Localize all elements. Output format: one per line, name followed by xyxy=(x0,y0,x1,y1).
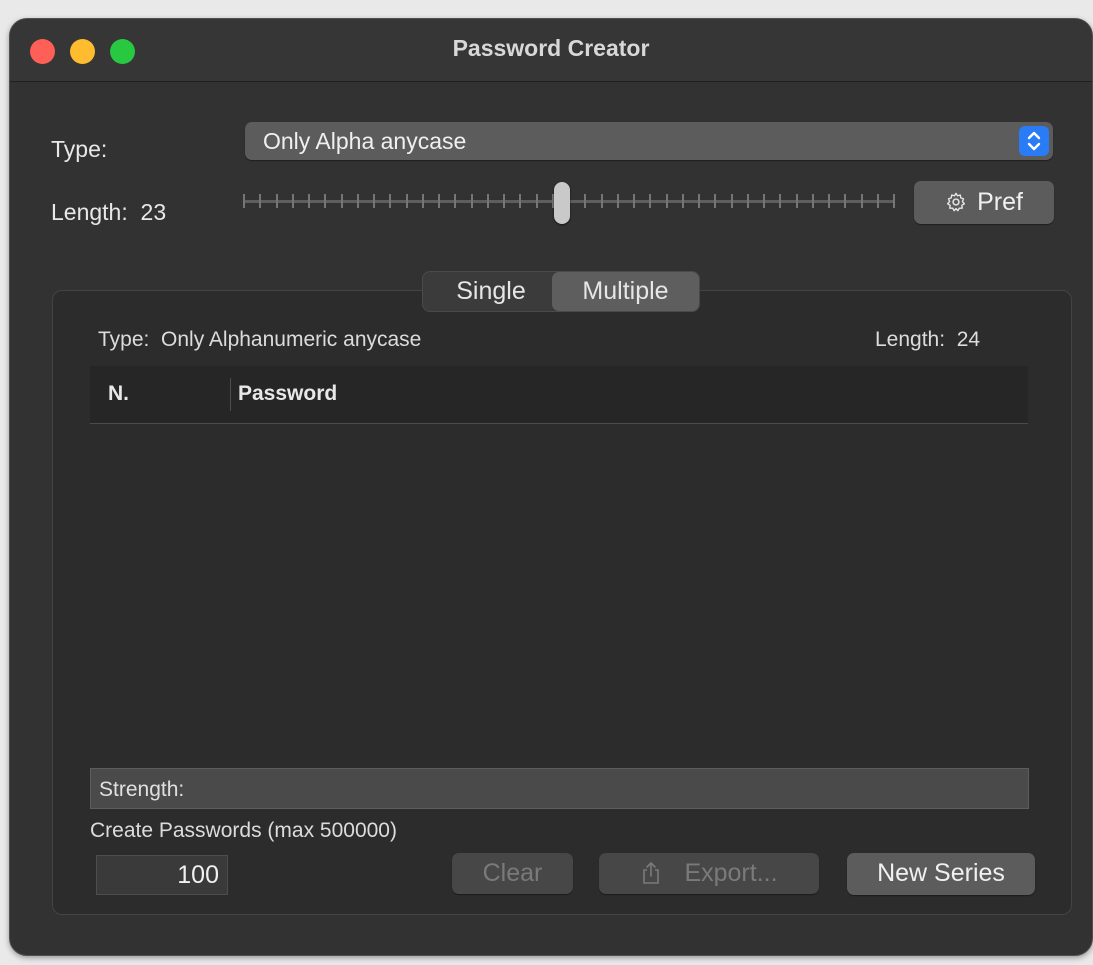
panel-type-label: Type: xyxy=(98,328,150,351)
slider-tick xyxy=(633,194,635,208)
table-header: N. Password xyxy=(90,366,1028,424)
slider-tick xyxy=(422,194,424,208)
slider-tick xyxy=(763,194,765,208)
slider-tick xyxy=(292,194,294,208)
password-count-field[interactable]: 100 xyxy=(96,855,228,895)
new-series-button[interactable]: New Series xyxy=(847,853,1035,895)
password-table[interactable]: N. Password xyxy=(90,366,1028,768)
column-header-password[interactable]: Password xyxy=(238,382,337,406)
column-header-number[interactable]: N. xyxy=(108,382,129,406)
slider-tick xyxy=(812,194,814,208)
slider-tick xyxy=(389,194,391,208)
slider-tick xyxy=(584,194,586,208)
pref-button-label: Pref xyxy=(977,188,1023,216)
slider-thumb[interactable] xyxy=(554,182,570,224)
tab-multiple[interactable]: Multiple xyxy=(552,272,699,311)
slider-tick xyxy=(779,194,781,208)
slider-tick xyxy=(877,194,879,208)
slider-tick xyxy=(601,194,603,208)
slider-tick xyxy=(454,194,456,208)
slider-tick xyxy=(698,194,700,208)
gear-icon xyxy=(947,192,966,212)
slider-tick xyxy=(487,194,489,208)
type-popup[interactable]: Only Alpha anycase xyxy=(245,122,1053,160)
slider-tick xyxy=(471,194,473,208)
slider-tick xyxy=(373,194,375,208)
tab-single[interactable]: Single xyxy=(431,272,551,311)
window-title: Password Creator xyxy=(452,35,650,61)
create-passwords-label: Create Passwords (max 500000) xyxy=(90,819,397,842)
slider-tick xyxy=(666,194,668,208)
strength-bar: Strength: xyxy=(90,768,1029,809)
mode-segmented-control[interactable]: Single Multiple xyxy=(422,271,700,312)
clear-button[interactable]: Clear xyxy=(452,853,573,894)
slider-tick xyxy=(861,194,863,208)
chevron-up-down-icon xyxy=(1019,126,1049,156)
strength-label: Strength: xyxy=(99,778,185,801)
slider-tick xyxy=(357,194,359,208)
slider-tick xyxy=(649,194,651,208)
slider-tick xyxy=(682,194,684,208)
slider-tick xyxy=(503,194,505,208)
panel-type-value: Only Alphanumeric anycase xyxy=(161,328,422,351)
export-button-label: Export... xyxy=(684,859,778,887)
title-bar: Password Creator xyxy=(10,19,1092,82)
slider-tick xyxy=(324,194,326,208)
panel-type-info: Type: Only Alphanumeric anycase xyxy=(98,328,421,352)
panel-length-value: 24 xyxy=(956,328,981,351)
slider-tick xyxy=(731,194,733,208)
password-creator-window: Password Creator Type: Only Alpha anycas… xyxy=(9,18,1093,956)
export-button[interactable]: Export... xyxy=(599,853,819,894)
slider-tick xyxy=(617,194,619,208)
share-icon xyxy=(643,862,660,884)
slider-tick xyxy=(259,194,261,208)
length-value: 23 xyxy=(140,199,167,225)
pref-button[interactable]: Pref xyxy=(914,181,1054,224)
slider-tick xyxy=(406,194,408,208)
column-divider[interactable] xyxy=(230,378,231,411)
slider-tick xyxy=(308,194,310,208)
slider-tick xyxy=(844,194,846,208)
slider-tick xyxy=(747,194,749,208)
slider-tick xyxy=(893,194,895,208)
slider-tick xyxy=(828,194,830,208)
length-label-text: Length: xyxy=(51,199,128,225)
slider-tick xyxy=(536,194,538,208)
slider-tick xyxy=(341,194,343,208)
panel-length-label: Length: xyxy=(875,328,946,351)
slider-tick xyxy=(276,194,278,208)
panel-length-info: Length: 24 xyxy=(875,328,980,352)
type-popup-value: Only Alpha anycase xyxy=(263,128,467,154)
slider-tick xyxy=(243,194,245,208)
slider-tick xyxy=(714,194,716,208)
type-label: Type: xyxy=(51,136,108,162)
slider-tick xyxy=(796,194,798,208)
length-slider[interactable] xyxy=(243,182,895,224)
length-label: Length: 23 xyxy=(51,199,166,226)
slider-tick xyxy=(519,194,521,208)
slider-tick xyxy=(438,194,440,208)
